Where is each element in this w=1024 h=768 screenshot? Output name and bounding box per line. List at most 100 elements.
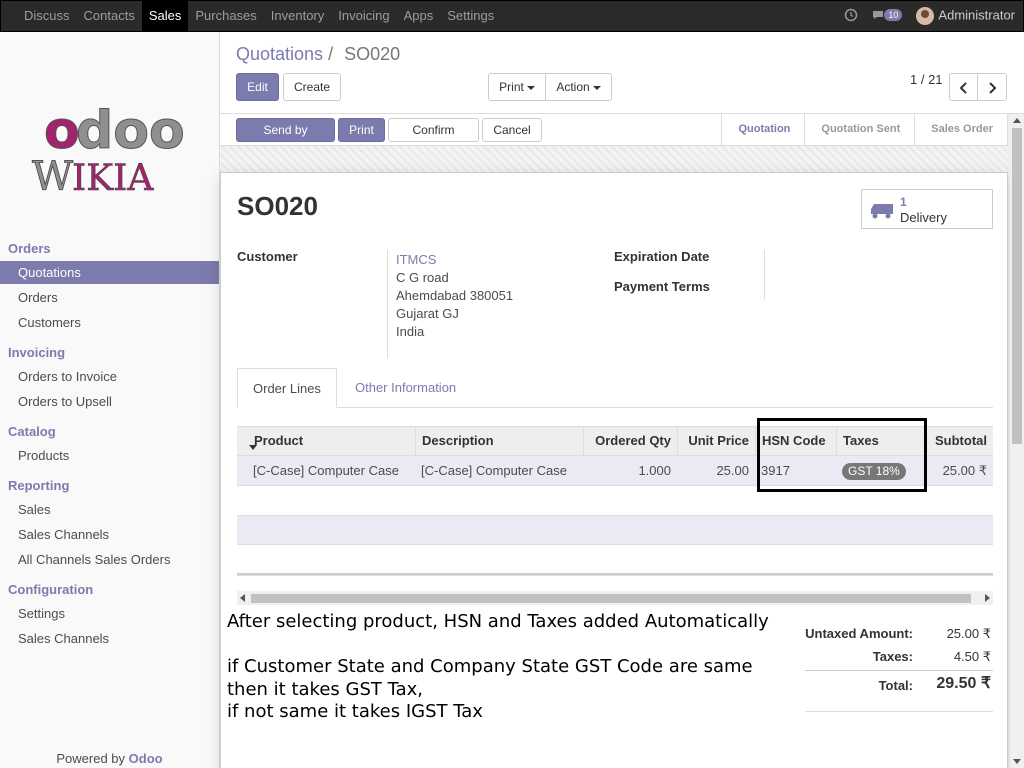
scroll-right-icon[interactable] <box>985 594 990 602</box>
confirm-sale-button[interactable]: Confirm Sale <box>388 118 479 159</box>
sidebar-item-sales-channels[interactable]: Sales Channels <box>0 523 219 546</box>
sidebar-group-configuration: Configuration <box>8 582 94 597</box>
annotation-line-3: then it takes GST Tax, <box>227 678 424 700</box>
annotation-line-1: After selecting product, HSN and Taxes a… <box>227 611 769 632</box>
action-dropdown[interactable]: Action <box>545 73 612 101</box>
annotation-line-4: if not same it takes IGST Tax <box>227 701 483 722</box>
menu-inventory[interactable]: Inventory <box>264 1 331 31</box>
messages-icon[interactable]: 10 <box>872 8 903 24</box>
messages-count-badge: 10 <box>884 8 903 21</box>
column-subtotal[interactable]: Subtotal <box>925 427 993 455</box>
sidebar-item-orders[interactable]: Orders <box>0 286 219 309</box>
line-product[interactable]: [C-Case] Computer Case <box>247 456 415 485</box>
status-stages: Quotation Quotation Sent Sales Order <box>721 114 1008 145</box>
sidebar-item-orders-to-invoice[interactable]: Orders to Invoice <box>0 365 219 388</box>
menu-settings[interactable]: Settings <box>440 1 501 31</box>
svg-text:IKIA: IKIA <box>72 158 154 199</box>
menu-purchases[interactable]: Purchases <box>188 1 263 31</box>
taxes-value: 4.50 ₹ <box>953 649 991 664</box>
payment-terms-label: Payment Terms <box>614 279 710 294</box>
svg-text:doo: doo <box>76 101 185 161</box>
menu-apps[interactable]: Apps <box>397 1 441 31</box>
pager-value[interactable]: 1 / 21 <box>910 72 943 87</box>
divider <box>387 250 388 358</box>
line-subtotal: 25.00 ₹ <box>942 463 987 478</box>
column-product[interactable]: Product <box>248 427 416 455</box>
sidebar-item-customers[interactable]: Customers <box>0 311 219 334</box>
taxes-label: Taxes: <box>872 649 913 664</box>
print-dropdown-label: Print <box>499 80 524 94</box>
delivery-label: Delivery <box>900 210 947 225</box>
horizontal-scrollbar[interactable] <box>237 591 993 605</box>
column-unit-price[interactable]: Unit Price <box>678 427 756 455</box>
breadcrumb-quotations-link[interactable]: Quotations <box>236 44 323 64</box>
divider <box>764 250 765 300</box>
customer-city: Ahemdabad 380051 <box>396 288 514 303</box>
truck-icon <box>871 204 893 219</box>
send-by-email-button[interactable]: Send by Email <box>236 118 335 159</box>
caret-down-icon <box>592 85 601 90</box>
print-button[interactable]: Print <box>338 118 385 142</box>
add-line-row[interactable] <box>237 515 993 545</box>
customer-state: Gujarat GJ <box>396 306 459 321</box>
sidebar: o doo W IKIA Orders Quotations Orders Cu… <box>0 32 220 768</box>
caret-down-icon <box>526 85 535 90</box>
sidebar-group-orders: Orders <box>8 241 51 256</box>
stage-quotation-sent[interactable]: Quotation Sent <box>805 114 916 145</box>
form-view: Send by Email Print Confirm Sale Cancel … <box>220 114 1024 768</box>
scroll-up-icon[interactable] <box>1013 118 1021 123</box>
line-description[interactable]: [C-Case] Computer Case <box>415 456 583 485</box>
line-unit-price[interactable]: 25.00 <box>677 456 755 485</box>
sidebar-item-config-sales-channels[interactable]: Sales Channels <box>0 627 219 650</box>
sidebar-item-products[interactable]: Products <box>0 444 219 467</box>
sidebar-item-orders-to-upsell[interactable]: Orders to Upsell <box>0 390 219 413</box>
sidebar-item-quotations[interactable]: Quotations <box>0 261 219 284</box>
breadcrumb-current: SO020 <box>344 44 401 64</box>
tab-other-information[interactable]: Other Information <box>340 368 471 408</box>
annotation-line-2: if Customer State and Company State GST … <box>227 656 753 677</box>
scroll-down-icon[interactable] <box>1013 759 1021 764</box>
sidebar-group-invoicing: Invoicing <box>8 345 66 360</box>
edit-button[interactable]: Edit <box>236 73 279 101</box>
menu-invoicing[interactable]: Invoicing <box>331 1 396 31</box>
sheet-background <box>220 146 1008 172</box>
scrollbar-thumb[interactable] <box>1012 128 1022 444</box>
order-name: SO020 <box>237 191 318 221</box>
sidebar-item-all-channels-sales-orders[interactable]: All Channels Sales Orders <box>0 548 219 571</box>
sidebar-item-settings[interactable]: Settings <box>0 602 219 625</box>
stage-quotation[interactable]: Quotation <box>722 114 806 145</box>
delivery-smart-button[interactable]: 1 Delivery <box>861 189 993 229</box>
sidebar-group-catalog: Catalog <box>8 424 56 439</box>
stage-sales-order[interactable]: Sales Order <box>915 114 1008 145</box>
breadcrumb: Quotations / SO020 <box>236 44 400 65</box>
scroll-left-icon[interactable] <box>240 594 245 602</box>
scrollbar-thumb[interactable] <box>251 594 971 603</box>
line-ordered-qty[interactable]: 1.000 <box>583 456 677 485</box>
menu-contacts[interactable]: Contacts <box>77 1 142 31</box>
vertical-scrollbar[interactable] <box>1010 114 1024 768</box>
sidebar-item-sales[interactable]: Sales <box>0 498 219 521</box>
form-statusbar: Send by Email Print Confirm Sale Cancel … <box>220 114 1008 159</box>
menu-sales[interactable]: Sales <box>141 1 189 31</box>
tab-order-lines[interactable]: Order Lines <box>237 368 337 408</box>
svg-text:W: W <box>32 154 73 200</box>
pager-next-button[interactable] <box>977 73 1007 101</box>
activity-clock-icon[interactable] <box>844 8 858 25</box>
cancel-button[interactable]: Cancel <box>482 118 542 142</box>
user-menu[interactable]: Administrator <box>916 7 1015 25</box>
menu-discuss[interactable]: Discuss <box>17 1 77 31</box>
avatar <box>916 7 935 25</box>
company-logo: o doo W IKIA <box>30 92 190 212</box>
pager-previous-button[interactable] <box>949 73 978 101</box>
customer-link[interactable]: ITMCS <box>396 251 436 269</box>
chevron-right-icon <box>989 82 997 94</box>
powered-brand-link[interactable]: Odoo <box>129 751 163 766</box>
form-sheet: SO020 1 Delivery Customer ITMCS C G road… <box>220 172 1008 768</box>
powered-by: Powered by Odoo <box>0 751 219 766</box>
create-button[interactable]: Create <box>283 73 341 101</box>
top-navbar: Discuss Contacts Sales Purchases Invento… <box>0 0 1024 32</box>
column-description[interactable]: Description <box>416 427 584 455</box>
systray: 10 Administrator <box>844 1 1015 31</box>
column-ordered-qty[interactable]: Ordered Qty <box>584 427 678 455</box>
print-dropdown[interactable]: Print <box>488 73 546 101</box>
